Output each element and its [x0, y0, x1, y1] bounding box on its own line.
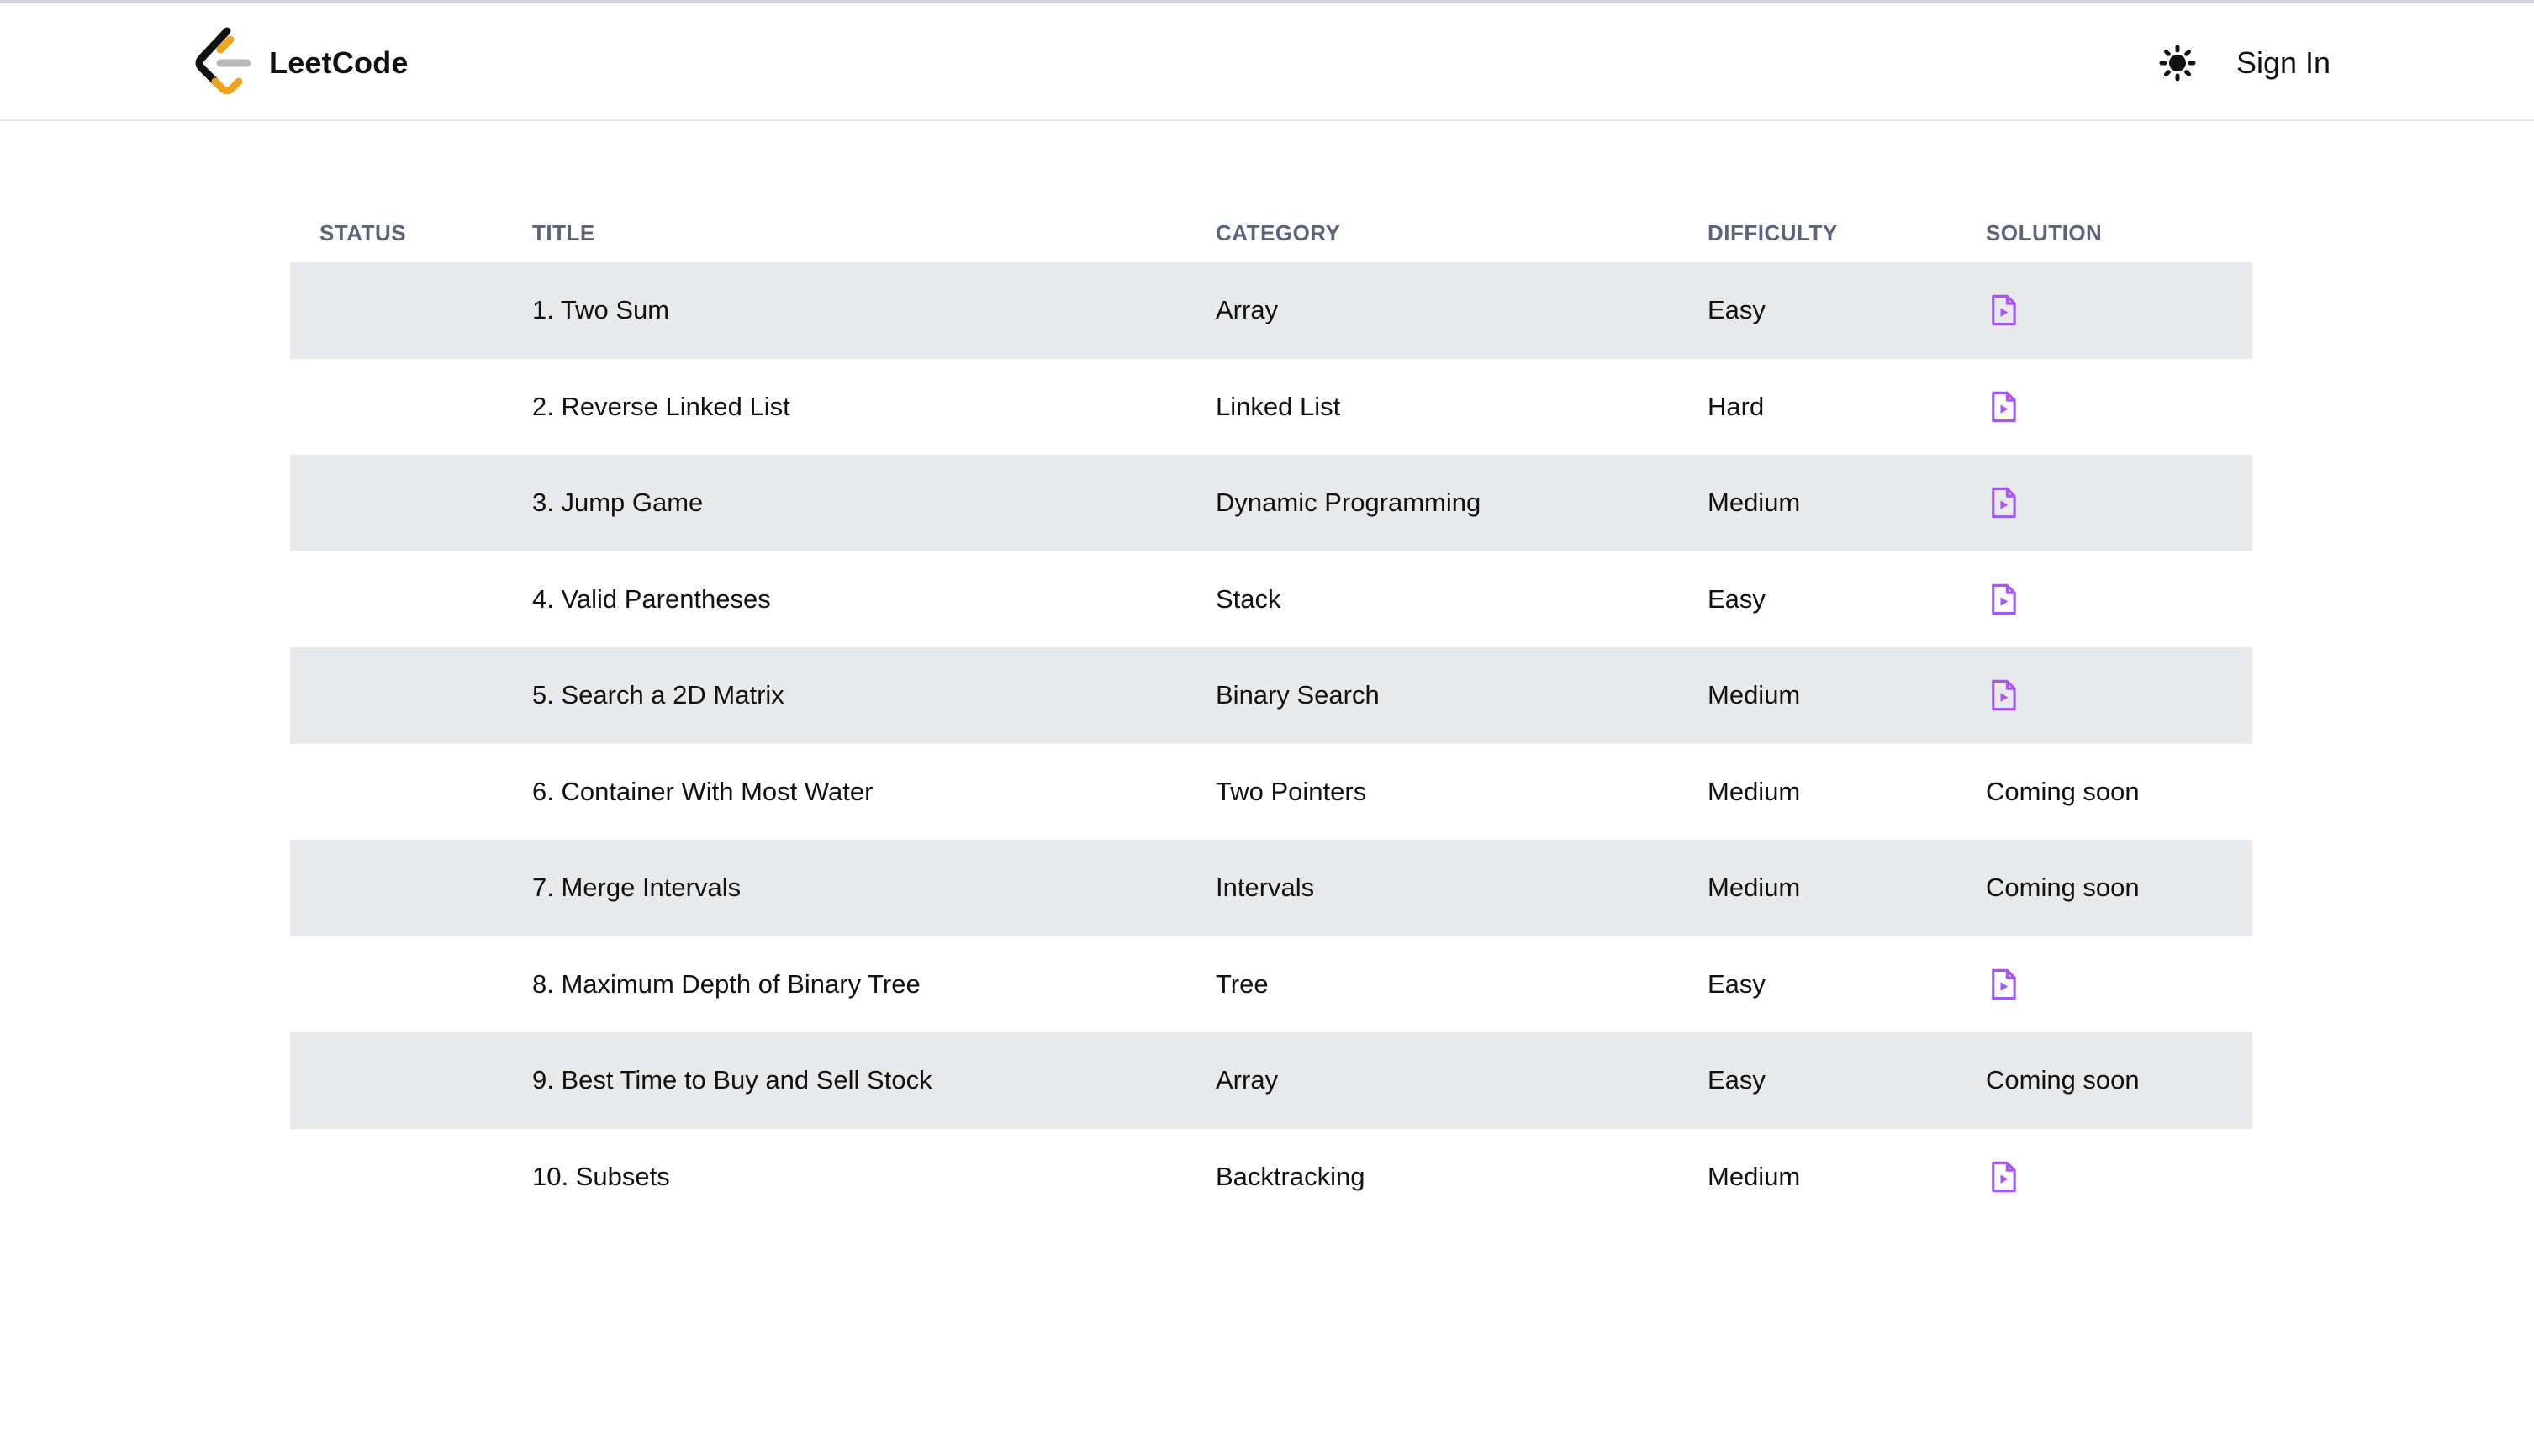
difficulty-cell: Medium — [1708, 455, 1986, 551]
status-cell — [290, 262, 532, 359]
problem-title-link[interactable]: 8. Maximum Depth of Binary Tree — [532, 936, 1216, 1033]
problem-title-link[interactable]: 1. Two Sum — [532, 262, 1216, 359]
problem-title-link[interactable]: 3. Jump Game — [532, 455, 1216, 551]
solution-cell — [1986, 359, 2252, 456]
theme-toggle-button[interactable] — [2152, 38, 2203, 88]
solution-cell: Coming soon — [1986, 840, 2252, 936]
table-row: 10. Subsets Backtracking Medium — [290, 1129, 2252, 1226]
video-icon[interactable] — [1986, 485, 2021, 520]
problem-title-link[interactable]: 10. Subsets — [532, 1129, 1216, 1226]
problem-title-link[interactable]: 6. Container With Most Water — [532, 744, 1216, 841]
category-cell: Linked List — [1216, 391, 1341, 421]
video-icon[interactable] — [1986, 678, 2021, 713]
table-row: 9. Best Time to Buy and Sell Stock Array E… — [290, 1032, 2252, 1129]
problem-title-link[interactable]: 2. Reverse Linked List — [532, 359, 1216, 456]
coming-soon-label: Coming soon — [1986, 1065, 2140, 1095]
table-row: 2. Reverse Linked List Linked List Hard — [290, 359, 2252, 456]
difficulty-cell: Easy — [1708, 1032, 1986, 1129]
solution-cell — [1986, 455, 2252, 551]
table-row: 1. Two Sum Array Easy — [290, 262, 2252, 359]
problem-title-link[interactable]: 9. Best Time to Buy and Sell Stock — [532, 1032, 1216, 1129]
difficulty-cell: Easy — [1708, 968, 1766, 999]
status-cell — [290, 1032, 532, 1129]
status-cell — [290, 936, 532, 1033]
solution-cell — [1986, 1129, 2252, 1226]
category-cell: Two Pointers — [1216, 776, 1367, 806]
problems-table: STATUS TITLE CATEGORY DIFFICULTY SOLUTIO… — [290, 203, 2252, 1225]
table-header-row: STATUS TITLE CATEGORY DIFFICULTY SOLUTIO… — [290, 203, 2252, 262]
table-row: 5. Search a 2D Matrix Binary Search Medium — [290, 647, 2252, 744]
difficulty-cell: Hard — [1708, 391, 1765, 421]
sign-in-link[interactable]: Sign In — [2236, 45, 2331, 81]
category-cell: Backtracking — [1216, 1161, 1365, 1191]
problem-title-link[interactable]: 4. Valid Parentheses — [532, 551, 1216, 648]
coming-soon-label: Coming soon — [1986, 873, 2140, 903]
table-row: 8. Maximum Depth of Binary Tree Tree Easy — [290, 936, 2252, 1033]
status-cell — [290, 551, 532, 648]
sun-icon — [2159, 45, 2196, 82]
header-category: CATEGORY — [1216, 219, 1341, 245]
difficulty-cell: Easy — [1708, 583, 1766, 614]
leetcode-logo-icon — [195, 27, 251, 95]
solution-cell — [1986, 936, 2252, 1033]
table-row: 6. Container With Most Water Two Pointers… — [290, 744, 2252, 841]
header-solution: SOLUTION — [1986, 219, 2103, 245]
header-title: TITLE — [532, 219, 595, 245]
solution-cell — [1986, 647, 2252, 744]
solution-cell — [1986, 262, 2252, 359]
status-cell — [290, 1129, 532, 1226]
header-status: STATUS — [319, 219, 407, 245]
table-row: 3. Jump Game Dynamic Programming Medium — [290, 455, 2252, 551]
solution-cell — [1986, 551, 2252, 648]
category-cell: Dynamic Programming — [1216, 455, 1708, 551]
difficulty-cell: Medium — [1708, 647, 1986, 744]
video-icon[interactable] — [1986, 967, 2021, 1002]
top-navbar: LeetCode Sign In — [0, 3, 2534, 121]
category-cell: Array — [1216, 1032, 1708, 1129]
category-cell: Intervals — [1216, 840, 1708, 936]
table-row: 7. Merge Intervals Intervals Medium Coming … — [290, 840, 2252, 936]
category-cell: Stack — [1216, 583, 1281, 614]
category-cell: Binary Search — [1216, 647, 1708, 744]
coming-soon-label: Coming soon — [1986, 776, 2140, 806]
difficulty-cell: Medium — [1708, 1161, 1801, 1191]
solution-cell: Coming soon — [1986, 744, 2252, 841]
status-cell — [290, 359, 532, 456]
difficulty-cell: Medium — [1708, 776, 1801, 806]
problem-title-link[interactable]: 7. Merge Intervals — [532, 840, 1216, 936]
difficulty-cell: Easy — [1708, 262, 1986, 359]
status-cell — [290, 840, 532, 936]
video-icon[interactable] — [1986, 1159, 2021, 1195]
video-icon[interactable] — [1986, 389, 2021, 425]
table-row: 4. Valid Parentheses Stack Easy — [290, 551, 2252, 648]
problems-table-body: 1. Two Sum Array Easy 2. Reverse Linked Lis… — [290, 262, 2252, 1225]
status-cell — [290, 455, 532, 551]
solution-cell: Coming soon — [1986, 1032, 2252, 1129]
category-cell: Array — [1216, 262, 1708, 359]
problem-title-link[interactable]: 5. Search a 2D Matrix — [532, 647, 1216, 744]
category-cell: Tree — [1216, 968, 1269, 999]
difficulty-cell: Medium — [1708, 840, 1986, 936]
video-icon[interactable] — [1986, 582, 2021, 617]
video-icon[interactable] — [1986, 293, 2021, 328]
header-difficulty: DIFFICULTY — [1708, 219, 1838, 245]
status-cell — [290, 744, 532, 841]
brand-link[interactable]: LeetCode — [190, 17, 409, 109]
brand-name: LeetCode — [269, 45, 409, 80]
nav-actions: Sign In — [2152, 17, 2331, 109]
status-cell — [290, 647, 532, 744]
